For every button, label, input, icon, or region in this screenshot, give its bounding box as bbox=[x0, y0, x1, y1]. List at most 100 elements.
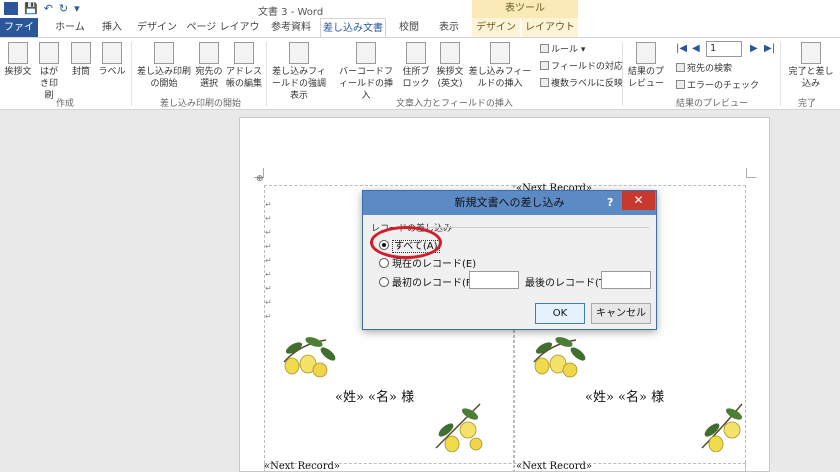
rules-icon bbox=[540, 44, 549, 53]
find-recipient-button[interactable]: 宛先の検索 bbox=[676, 61, 732, 74]
update-labels-label: 複数ラベルに反映 bbox=[551, 79, 624, 89]
paragraph-marks-left: ↵ ↵ ↵ ↵ ↵ ↵ ↵ ↵ ↵ bbox=[265, 200, 272, 321]
finish-merge-button[interactable]: 完了と差し込み bbox=[786, 42, 836, 90]
check-errors-label: エラーのチェック bbox=[687, 81, 760, 91]
insert-barcode-field-button[interactable]: バーコードフィールドの挿入 bbox=[336, 42, 396, 102]
first-record-icon[interactable]: |◀ bbox=[676, 43, 687, 54]
lemon-illustration bbox=[533, 337, 586, 378]
find-recipient-icon bbox=[676, 63, 685, 72]
annotation-circle bbox=[370, 226, 442, 259]
ok-button[interactable]: OK bbox=[535, 303, 585, 324]
tab-0[interactable]: ファイル bbox=[0, 18, 38, 53]
last-record-icon[interactable]: ▶| bbox=[764, 43, 775, 54]
word-logo-icon: W bbox=[4, 2, 18, 15]
group-separator bbox=[622, 42, 623, 106]
tab-10[interactable]: レイアウト bbox=[522, 18, 578, 38]
radio-range[interactable]: 最初のレコード(F): bbox=[379, 274, 479, 289]
quick-access-toolbar: W 💾 ↶ ↻ ▾ bbox=[4, 2, 80, 15]
table-move-handle-icon[interactable]: ⊕ bbox=[256, 174, 264, 184]
labels-button[interactable]: ラベル bbox=[98, 42, 126, 78]
redo-icon[interactable]: ↻ bbox=[59, 2, 68, 15]
save-icon[interactable]: 💾 bbox=[24, 2, 38, 15]
last-record-input[interactable] bbox=[601, 271, 651, 289]
merge-name-line[interactable]: «姓» «名» 様 bbox=[335, 386, 414, 405]
group-write-insert-label: 文章入力とフィールドの挿入 bbox=[396, 99, 513, 109]
address-block-label: 住所ブロック bbox=[402, 67, 430, 89]
last-record-label: 最後のレコード(T): bbox=[525, 278, 613, 289]
group-divider bbox=[425, 227, 649, 228]
previous-record-icon[interactable]: ◀ bbox=[692, 43, 700, 54]
tab-9[interactable]: デザイン bbox=[472, 18, 520, 38]
group-create-label: 作成 bbox=[56, 99, 75, 109]
letter-icon bbox=[8, 42, 28, 64]
tab-3[interactable]: デザイン bbox=[133, 18, 181, 38]
first-record-input[interactable] bbox=[469, 271, 519, 289]
greeting-letter-label: 挨拶文 bbox=[4, 67, 32, 77]
update-labels-icon bbox=[540, 78, 549, 87]
greeting-line-button[interactable]: 挨拶文(英文) bbox=[434, 42, 466, 90]
margin-marker bbox=[746, 168, 756, 178]
insert-field-icon bbox=[490, 42, 510, 64]
greeting-letter-button[interactable]: 挨拶文 bbox=[4, 42, 32, 78]
labels-label: ラベル bbox=[98, 67, 126, 77]
group-separator bbox=[131, 42, 132, 106]
tab-1[interactable]: ホーム bbox=[48, 18, 92, 38]
preview-icon bbox=[636, 42, 656, 64]
finish-merge-label: 完了と差し込み bbox=[788, 67, 834, 89]
postcard-print-button[interactable]: はがき印刷 bbox=[36, 42, 62, 102]
document-title: 文書 3 - Word bbox=[258, 7, 324, 18]
close-icon[interactable]: ✕ bbox=[622, 191, 655, 210]
group-preview-label: 結果のプレビュー bbox=[676, 99, 749, 109]
preview-results-label: 結果のプレビュー bbox=[627, 67, 664, 89]
envelope-icon bbox=[71, 42, 91, 64]
ribbon: 挨拶文 はがき印刷 封筒 ラベル 作成 差し込み印刷の開始 宛先の選択 アドレス… bbox=[0, 37, 840, 110]
tab-4[interactable]: ページ レイアウト bbox=[186, 18, 260, 53]
address-block-icon bbox=[406, 42, 426, 64]
address-block-button[interactable]: 住所ブロック bbox=[400, 42, 432, 90]
insert-merge-field-label: 差し込みフィールドの挿入 bbox=[468, 67, 532, 89]
rules-label: ルール bbox=[551, 45, 579, 55]
tab-7[interactable]: 校閲 bbox=[392, 18, 426, 38]
greeting-line-label: 挨拶文(英文) bbox=[436, 67, 464, 89]
lemon-illustration bbox=[701, 403, 743, 452]
insert-barcode-field-label: バーコードフィールドの挿入 bbox=[338, 67, 393, 101]
check-errors-button[interactable]: エラーのチェック bbox=[676, 78, 759, 91]
select-recipients-button[interactable]: 宛先の選択 bbox=[194, 42, 224, 90]
help-icon[interactable]: ? bbox=[607, 196, 613, 209]
tab-8[interactable]: 表示 bbox=[432, 18, 466, 38]
start-mail-merge-button[interactable]: 差し込み印刷の開始 bbox=[136, 42, 192, 90]
merge-to-new-document-dialog: 新規文書への差し込み ? ✕ レコードの差し込み すべて(A) 現在のレコード(… bbox=[362, 190, 657, 330]
tab-5[interactable]: 参考資料 bbox=[266, 18, 316, 38]
highlight-icon bbox=[289, 42, 309, 64]
preview-results-button[interactable]: 結果のプレビュー bbox=[626, 42, 666, 90]
finish-icon bbox=[801, 42, 821, 64]
undo-icon[interactable]: ↶ bbox=[44, 2, 53, 15]
next-record-field[interactable]: «Next Record» bbox=[516, 461, 592, 472]
ribbon-tabs: ファイルホーム挿入デザインページ レイアウト参考資料差し込み文書校閲表示デザイン… bbox=[0, 18, 840, 53]
match-fields-button[interactable]: フィールドの対応 bbox=[540, 59, 623, 72]
customize-qat-icon[interactable]: ▾ bbox=[74, 2, 80, 15]
next-record-field[interactable]: «Next Record» bbox=[264, 461, 340, 472]
table-tools-context-label: 表ツール bbox=[472, 0, 578, 18]
tab-2[interactable]: 挿入 bbox=[96, 18, 128, 38]
tab-6[interactable]: 差し込み文書 bbox=[320, 18, 386, 38]
radio-icon[interactable] bbox=[379, 277, 389, 287]
insert-merge-field-button[interactable]: 差し込みフィールドの挿入 bbox=[468, 42, 532, 90]
merge-name-line[interactable]: «姓» «名» 様 bbox=[585, 386, 664, 405]
envelope-button[interactable]: 封筒 bbox=[68, 42, 94, 78]
match-fields-label: フィールドの対応 bbox=[551, 62, 623, 72]
cancel-button[interactable]: キャンセル bbox=[591, 303, 651, 324]
edit-recipient-list-button[interactable]: アドレス帳の編集 bbox=[226, 42, 262, 90]
radio-icon[interactable] bbox=[379, 258, 389, 268]
mail-merge-icon bbox=[154, 42, 174, 64]
find-recipient-label: 宛先の検索 bbox=[687, 64, 733, 74]
group-separator bbox=[780, 42, 781, 106]
group-finish-label: 完了 bbox=[798, 99, 817, 109]
update-labels-button[interactable]: 複数ラベルに反映 bbox=[540, 76, 623, 89]
rules-button[interactable]: ルール ▾ bbox=[540, 42, 585, 55]
highlight-merge-fields-label: 差し込みフィールドの強調表示 bbox=[271, 67, 326, 101]
highlight-merge-fields-button[interactable]: 差し込みフィールドの強調表示 bbox=[268, 42, 330, 102]
next-record-icon[interactable]: ▶ bbox=[750, 43, 758, 54]
radio-current-label: 現在のレコード(E) bbox=[392, 259, 477, 270]
record-number-input[interactable]: 1 bbox=[706, 41, 742, 57]
